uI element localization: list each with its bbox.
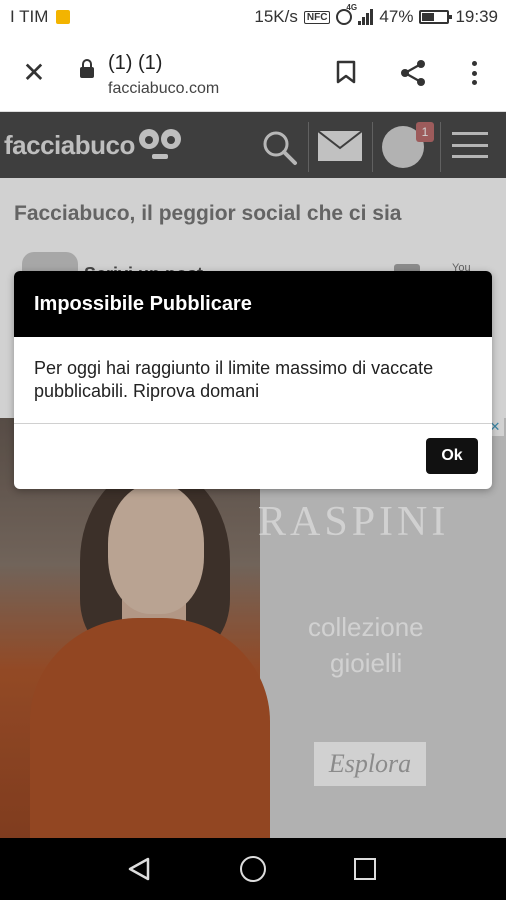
network-type: 4G (346, 3, 358, 12)
dialog-message: Per oggi hai raggiunto il limite massimo… (14, 337, 492, 424)
more-vert-icon[interactable] (464, 58, 484, 88)
status-left: I TIM (10, 7, 71, 27)
status-bar: I TIM 15K/s NFC 4G 47% 19:39 (0, 0, 506, 34)
clock: 19:39 (455, 7, 498, 26)
nfc-icon: NFC (303, 10, 331, 24)
dialog-title: Impossibile Pubblicare (14, 271, 492, 337)
back-icon[interactable] (126, 856, 152, 882)
signal-icon: 4G (346, 3, 374, 25)
url-text[interactable]: facciabuco.com (108, 80, 219, 98)
recent-apps-icon[interactable] (354, 858, 376, 880)
battery-icon (419, 10, 453, 24)
lock-icon[interactable] (80, 59, 94, 78)
browser-toolbar: ✕ (1) (1) facciabuco.com (0, 34, 506, 112)
bookmark-icon[interactable] (336, 60, 356, 84)
error-dialog: Impossibile Pubblicare Per oggi hai ragg… (14, 271, 492, 489)
battery-percent: 47% (379, 7, 414, 26)
carrier-label: I TIM (10, 7, 49, 26)
status-right: 15K/s NFC 4G 47% 19:39 (254, 3, 498, 27)
ok-button[interactable]: Ok (426, 438, 478, 474)
network-speed: 15K/s (254, 7, 298, 26)
close-icon[interactable]: ✕ (18, 58, 50, 90)
android-nav-bar (0, 838, 506, 900)
home-icon[interactable] (240, 856, 266, 882)
page-title: (1) (1) (108, 52, 163, 74)
dialog-footer: Ok (14, 424, 492, 489)
share-icon[interactable] (398, 58, 428, 88)
sim-icon (56, 10, 71, 24)
